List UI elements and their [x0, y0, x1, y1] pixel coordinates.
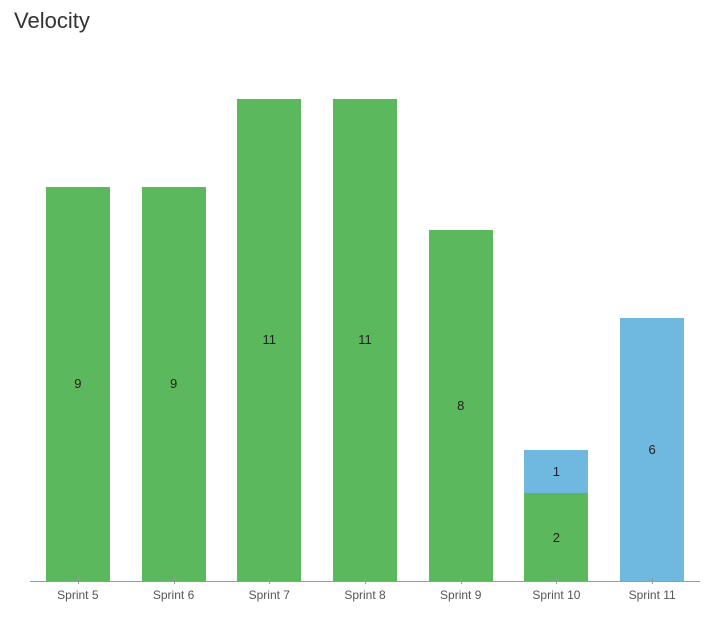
bar-segment-planned: 1 — [524, 450, 588, 494]
x-axis-label: Sprint 5 — [57, 588, 98, 602]
chart-plot-area: 0 9 0 9 0 11 0 11 0 8 1 2 6 0 — [30, 56, 700, 582]
bar-sprint-7: 0 11 — [237, 99, 301, 581]
x-tick — [461, 578, 462, 584]
x-tick — [556, 578, 557, 584]
x-tick — [78, 578, 79, 584]
bar-sprint-6: 0 9 — [142, 187, 206, 582]
x-axis-label: Sprint 9 — [440, 588, 481, 602]
bar-segment-completed: 8 — [429, 230, 493, 581]
bar-sprint-5: 0 9 — [46, 187, 110, 582]
bar-segment-completed: 2 — [524, 493, 588, 581]
x-axis-label: Sprint 8 — [344, 588, 385, 602]
bar-sprint-11: 6 0 — [620, 318, 684, 581]
x-axis: Sprint 5 Sprint 6 Sprint 7 Sprint 8 Spri… — [30, 588, 700, 608]
x-axis-label: Sprint 10 — [532, 588, 580, 602]
x-axis-label: Sprint 6 — [153, 588, 194, 602]
x-axis-label: Sprint 11 — [629, 588, 676, 602]
chart-title: Velocity — [0, 0, 720, 34]
bar-segment-completed: 11 — [237, 99, 301, 581]
x-tick — [365, 578, 366, 584]
bar-segment-planned: 6 — [620, 318, 684, 581]
x-tick — [652, 578, 653, 584]
x-tick — [269, 578, 270, 584]
bar-sprint-8: 0 11 — [333, 99, 397, 581]
bar-segment-completed: 11 — [333, 99, 397, 581]
x-axis-label: Sprint 7 — [249, 588, 290, 602]
bar-segment-completed: 9 — [46, 187, 110, 582]
bar-sprint-9: 0 8 — [429, 230, 493, 581]
x-tick — [174, 578, 175, 584]
bar-sprint-10: 1 2 — [524, 450, 588, 581]
bar-segment-completed: 9 — [142, 187, 206, 582]
